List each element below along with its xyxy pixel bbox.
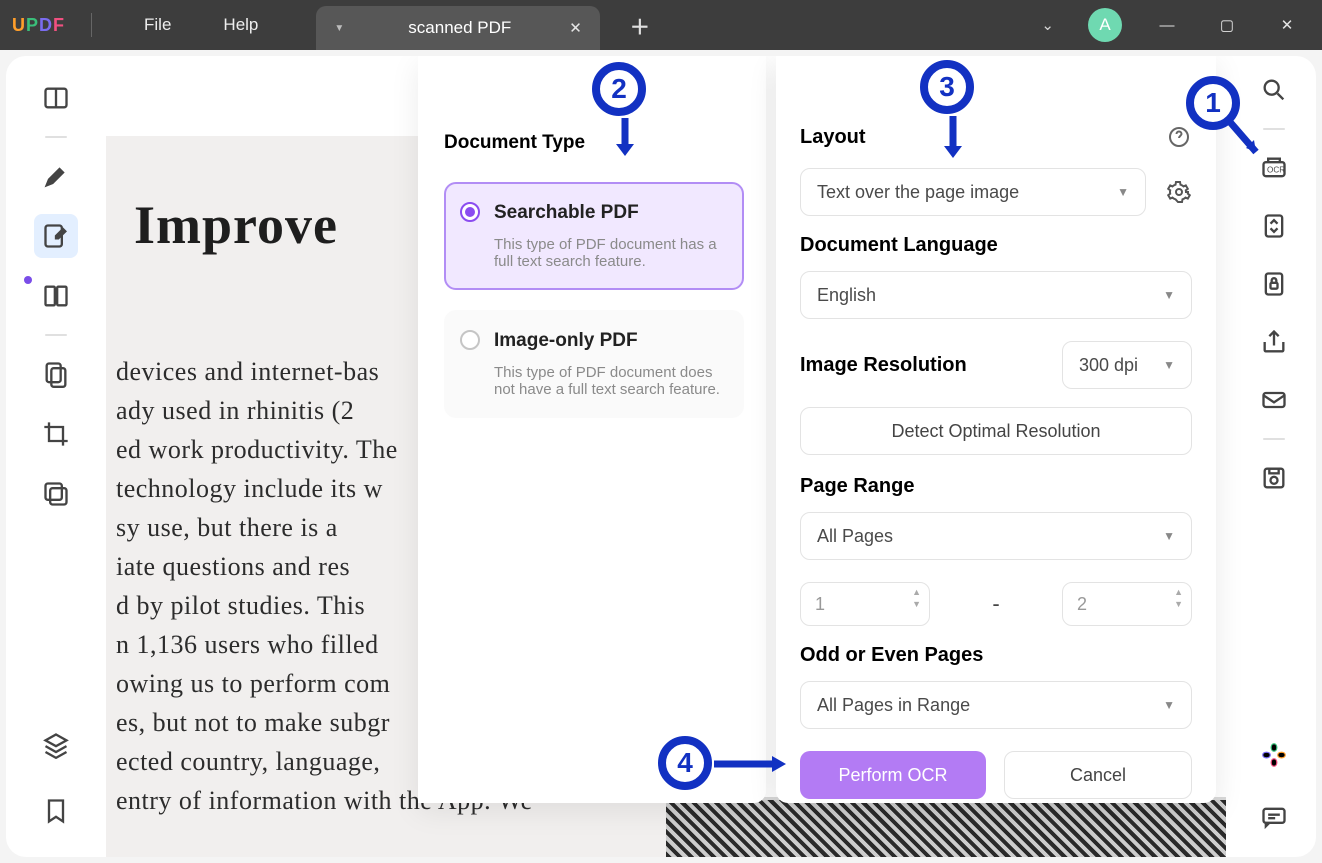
resolution-label: Image Resolution [800, 354, 1048, 377]
chevron-down-icon: ▼ [1163, 698, 1175, 712]
chevron-down-icon: ▼ [1117, 185, 1129, 199]
titlebar: UPDF File Help ▼ scanned PDF ✕ ＋ ⌄ A — ▢… [0, 0, 1322, 50]
bookmark-tool[interactable] [34, 789, 78, 833]
reader-tool[interactable] [34, 76, 78, 120]
language-label: Document Language [800, 234, 1192, 257]
save-icon[interactable] [1254, 458, 1294, 498]
forms-tool[interactable] [34, 352, 78, 396]
resolution-select[interactable]: 300 dpi ▼ [1062, 341, 1192, 389]
perform-ocr-button[interactable]: Perform OCR [800, 751, 986, 799]
add-tab-button[interactable]: ＋ [630, 11, 650, 40]
help-icon[interactable] [1166, 124, 1192, 150]
crop-tool[interactable] [34, 412, 78, 456]
chevron-down-icon: ▼ [1163, 529, 1175, 543]
menu-file[interactable]: File [144, 15, 171, 35]
ocr-settings-panel: Layout Text over the page image ▼ Docume… [776, 56, 1216, 803]
highlight-tool[interactable] [34, 154, 78, 198]
left-toolbar [6, 56, 106, 857]
option-searchable-pdf[interactable]: Searchable PDF This type of PDF document… [444, 182, 744, 290]
right-toolbar: OCR [1232, 56, 1316, 857]
ai-icon[interactable] [1254, 735, 1294, 775]
close-window-button[interactable]: ✕ [1264, 16, 1310, 34]
minimize-button[interactable]: — [1144, 17, 1190, 34]
option-desc: This type of PDF document does not have … [494, 364, 726, 398]
tab-close-icon[interactable]: ✕ [569, 19, 582, 37]
search-icon[interactable] [1254, 70, 1294, 110]
page-range-select[interactable]: All Pages ▼ [800, 512, 1192, 560]
range-from-input[interactable]: 1▲▼ [800, 582, 930, 626]
document-tab[interactable]: ▼ scanned PDF ✕ [316, 6, 599, 50]
maximize-button[interactable]: ▢ [1204, 16, 1250, 34]
odd-even-select[interactable]: All Pages in Range ▼ [800, 681, 1192, 729]
chevron-down-icon: ▼ [1163, 288, 1175, 302]
doctype-heading: Document Type [444, 132, 744, 154]
option-title: Image-only PDF [494, 330, 726, 352]
detect-resolution-button[interactable]: Detect Optimal Resolution [800, 407, 1192, 455]
page-range-label: Page Range [800, 475, 1192, 498]
annotation-2: 2 [592, 62, 646, 116]
user-avatar[interactable]: A [1088, 8, 1122, 42]
radio-imageonly[interactable] [460, 330, 480, 350]
page-range-value: All Pages [817, 526, 893, 547]
tabs-overflow-icon[interactable]: ⌄ [1041, 16, 1054, 34]
svg-text:OCR: OCR [1267, 166, 1285, 175]
layout-value: Text over the page image [817, 182, 1019, 203]
radio-searchable[interactable] [460, 202, 480, 222]
language-select[interactable]: English ▼ [800, 271, 1192, 319]
odd-even-label: Odd or Even Pages [800, 644, 1192, 667]
option-title: Searchable PDF [494, 202, 726, 224]
annotation-1: 1 [1186, 76, 1240, 130]
resolution-value: 300 dpi [1079, 355, 1138, 376]
layout-label: Layout [800, 126, 1160, 149]
divider [91, 13, 92, 37]
doc-image-strip [666, 797, 1226, 857]
cancel-button[interactable]: Cancel [1004, 751, 1192, 799]
settings-icon[interactable] [1166, 179, 1192, 205]
share-icon[interactable] [1254, 322, 1294, 362]
tab-dropdown-icon[interactable]: ▼ [334, 23, 344, 34]
batch-tool[interactable] [34, 472, 78, 516]
comment-icon[interactable] [1254, 797, 1294, 837]
range-dash: - [944, 591, 1048, 617]
active-indicator [24, 276, 32, 284]
app-logo: UPDF [12, 15, 65, 36]
layout-select[interactable]: Text over the page image ▼ [800, 168, 1146, 216]
option-image-only-pdf[interactable]: Image-only PDF This type of PDF document… [444, 310, 744, 418]
annotation-4: 4 [658, 736, 712, 790]
chevron-down-icon: ▼ [1163, 358, 1175, 372]
tab-label: scanned PDF [408, 18, 511, 38]
range-to-input[interactable]: 2▲▼ [1062, 582, 1192, 626]
option-desc: This type of PDF document has a full tex… [494, 236, 726, 270]
page-tools[interactable] [34, 274, 78, 318]
layers-tool[interactable] [34, 723, 78, 767]
language-value: English [817, 285, 876, 306]
protect-icon[interactable] [1254, 264, 1294, 304]
edit-tool[interactable] [34, 214, 78, 258]
ocr-doctype-panel: Document Type Searchable PDF This type o… [418, 56, 766, 803]
workarea: Improve devices and internet-bas ady use… [6, 56, 1316, 857]
annotation-3: 3 [920, 60, 974, 114]
convert-icon[interactable] [1254, 206, 1294, 246]
odd-even-value: All Pages in Range [817, 695, 970, 716]
menu-help[interactable]: Help [223, 15, 258, 35]
email-icon[interactable] [1254, 380, 1294, 420]
